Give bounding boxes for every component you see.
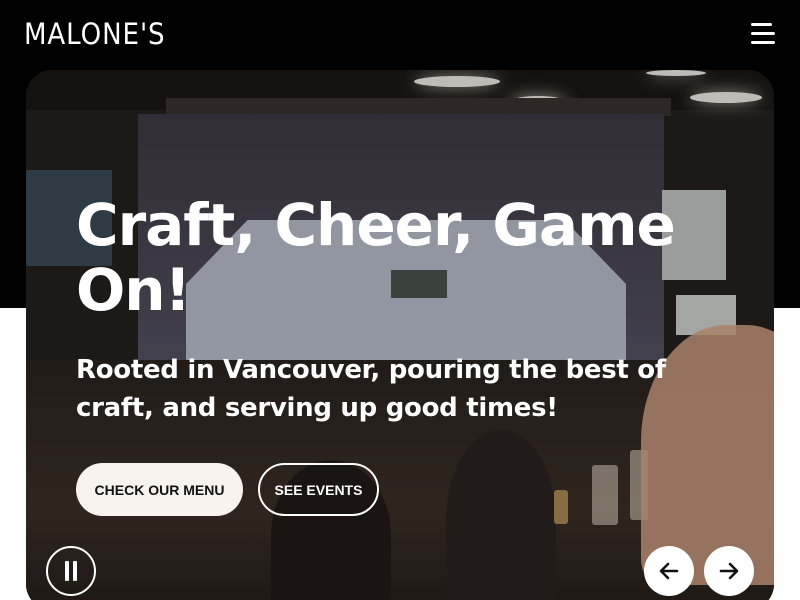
next-slide-button[interactable] <box>704 546 754 596</box>
hero-overlay <box>26 70 774 600</box>
see-events-button[interactable]: SEE EVENTS <box>258 463 379 516</box>
hero-background-video <box>26 70 774 600</box>
hamburger-line <box>751 32 775 35</box>
site-header: MALONE'S <box>0 0 800 70</box>
check-menu-button[interactable]: CHECK OUR MENU <box>76 463 243 516</box>
pause-icon-bar <box>73 561 77 581</box>
hero-subheadline: Rooted in Vancouver, pouring the best of… <box>76 355 666 423</box>
previous-slide-button[interactable] <box>644 546 694 596</box>
arrow-left-icon <box>659 562 679 580</box>
hamburger-menu-icon <box>751 23 772 26</box>
arrow-right-icon <box>719 562 739 580</box>
menu-button[interactable] <box>748 20 778 48</box>
pause-icon <box>65 561 69 581</box>
hamburger-line <box>751 41 775 44</box>
hero-headline: Craft, Cheer, Game On! <box>76 191 676 324</box>
brand-logo[interactable]: MALONE'S <box>24 17 165 51</box>
pause-button[interactable] <box>46 546 96 596</box>
hero-slider: Craft, Cheer, Game On! Rooted in Vancouv… <box>26 70 774 600</box>
